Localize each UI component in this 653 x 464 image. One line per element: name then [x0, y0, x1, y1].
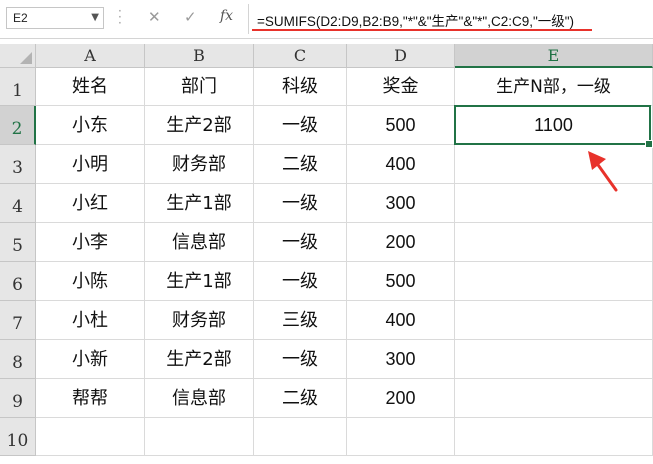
column-header-a[interactable]: A — [36, 44, 145, 68]
cell-b2[interactable]: 生产2部 — [145, 106, 254, 145]
cell-b5[interactable]: 信息部 — [145, 223, 254, 262]
cell-d7[interactable]: 400 — [347, 301, 455, 340]
name-box-value: E2 — [13, 11, 28, 25]
cell-a2[interactable]: 小东 — [36, 106, 145, 145]
cell-c7[interactable]: 三级 — [254, 301, 347, 340]
cell-b1[interactable]: 部门 — [145, 68, 254, 106]
spreadsheet-grid: A B C D E 1 2 3 4 5 6 7 8 9 10 姓名 部门 科级 奖金 生产N部，一级 小东 生产2部 一级 5… — [0, 44, 653, 456]
fill-handle[interactable] — [645, 140, 653, 148]
red-arrow-icon — [588, 151, 618, 192]
cell-e1[interactable]: 生产N部，一级 — [455, 68, 653, 106]
cell-b7[interactable]: 财务部 — [145, 301, 254, 340]
cell-d5[interactable]: 200 — [347, 223, 455, 262]
formula-text: =SUMIFS(D2:D9,B2:B9,"*"&"生产"&"*",C2:C9,"… — [257, 14, 575, 29]
cell-a4[interactable]: 小红 — [36, 184, 145, 223]
cell-e2[interactable]: 1100 — [455, 106, 653, 145]
row-header-6[interactable]: 6 — [0, 262, 36, 301]
drag-handle-icon[interactable]: · · · — [118, 5, 122, 29]
row-header-10[interactable]: 10 — [0, 418, 36, 456]
cell-b10[interactable] — [145, 418, 254, 456]
cell-d2[interactable]: 500 — [347, 106, 455, 145]
column-header-d[interactable]: D — [347, 44, 455, 68]
cell-a1[interactable]: 姓名 — [36, 68, 145, 106]
arrow-head — [588, 151, 606, 170]
cell-c9[interactable]: 二级 — [254, 379, 347, 418]
cell-d8[interactable]: 300 — [347, 340, 455, 379]
select-all-button[interactable] — [0, 44, 36, 68]
cell-d3[interactable]: 400 — [347, 145, 455, 184]
row-header-3[interactable]: 3 — [0, 145, 36, 184]
formula-bar: E2 ▼ · · · ✕ ✓ fx =SUMIFS(D2:D9,B2:B9,"*"&… — [0, 0, 653, 39]
cell-e8[interactable] — [455, 340, 653, 379]
cell-b3[interactable]: 财务部 — [145, 145, 254, 184]
cell-e7[interactable] — [455, 301, 653, 340]
cell-e10[interactable] — [455, 418, 653, 456]
cancel-formula-button[interactable]: ✕ — [148, 8, 161, 26]
row-header-1[interactable]: 1 — [0, 68, 36, 106]
cell-a6[interactable]: 小陈 — [36, 262, 145, 301]
cell-a7[interactable]: 小杜 — [36, 301, 145, 340]
arrow-shaft — [594, 160, 618, 192]
cell-c3[interactable]: 二级 — [254, 145, 347, 184]
cell-a8[interactable]: 小新 — [36, 340, 145, 379]
chevron-down-icon[interactable]: ▼ — [91, 12, 99, 23]
row-header-2[interactable]: 2 — [0, 106, 36, 145]
name-box[interactable]: E2 ▼ — [6, 7, 104, 29]
cell-c2[interactable]: 一级 — [254, 106, 347, 145]
cell-c1[interactable]: 科级 — [254, 68, 347, 106]
cell-c10[interactable] — [254, 418, 347, 456]
cell-c4[interactable]: 一级 — [254, 184, 347, 223]
column-header-b[interactable]: B — [145, 44, 254, 68]
cell-b9[interactable]: 信息部 — [145, 379, 254, 418]
cell-d6[interactable]: 500 — [347, 262, 455, 301]
select-all-icon — [20, 52, 32, 64]
cell-e5[interactable] — [455, 223, 653, 262]
insert-function-button[interactable]: fx — [220, 8, 233, 24]
cell-a3[interactable]: 小明 — [36, 145, 145, 184]
row-header-9[interactable]: 9 — [0, 379, 36, 418]
row-header-7[interactable]: 7 — [0, 301, 36, 340]
cell-d4[interactable]: 300 — [347, 184, 455, 223]
cell-b6[interactable]: 生产1部 — [145, 262, 254, 301]
cell-b4[interactable]: 生产1部 — [145, 184, 254, 223]
cell-c6[interactable]: 一级 — [254, 262, 347, 301]
cell-c8[interactable]: 一级 — [254, 340, 347, 379]
cell-c5[interactable]: 一级 — [254, 223, 347, 262]
formula-input[interactable]: =SUMIFS(D2:D9,B2:B9,"*"&"生产"&"*",C2:C9,"… — [248, 4, 653, 34]
cell-d9[interactable]: 200 — [347, 379, 455, 418]
cell-e6[interactable] — [455, 262, 653, 301]
red-underline-annotation — [252, 29, 592, 31]
cell-b8[interactable]: 生产2部 — [145, 340, 254, 379]
column-header-e[interactable]: E — [455, 44, 653, 68]
cell-a9[interactable]: 帮帮 — [36, 379, 145, 418]
cell-a5[interactable]: 小李 — [36, 223, 145, 262]
cell-e9[interactable] — [455, 379, 653, 418]
row-header-4[interactable]: 4 — [0, 184, 36, 223]
column-header-c[interactable]: C — [254, 44, 347, 68]
row-header-5[interactable]: 5 — [0, 223, 36, 262]
cell-d10[interactable] — [347, 418, 455, 456]
row-header-8[interactable]: 8 — [0, 340, 36, 379]
cell-a10[interactable] — [36, 418, 145, 456]
enter-formula-button[interactable]: ✓ — [184, 8, 197, 26]
cell-d1[interactable]: 奖金 — [347, 68, 455, 106]
